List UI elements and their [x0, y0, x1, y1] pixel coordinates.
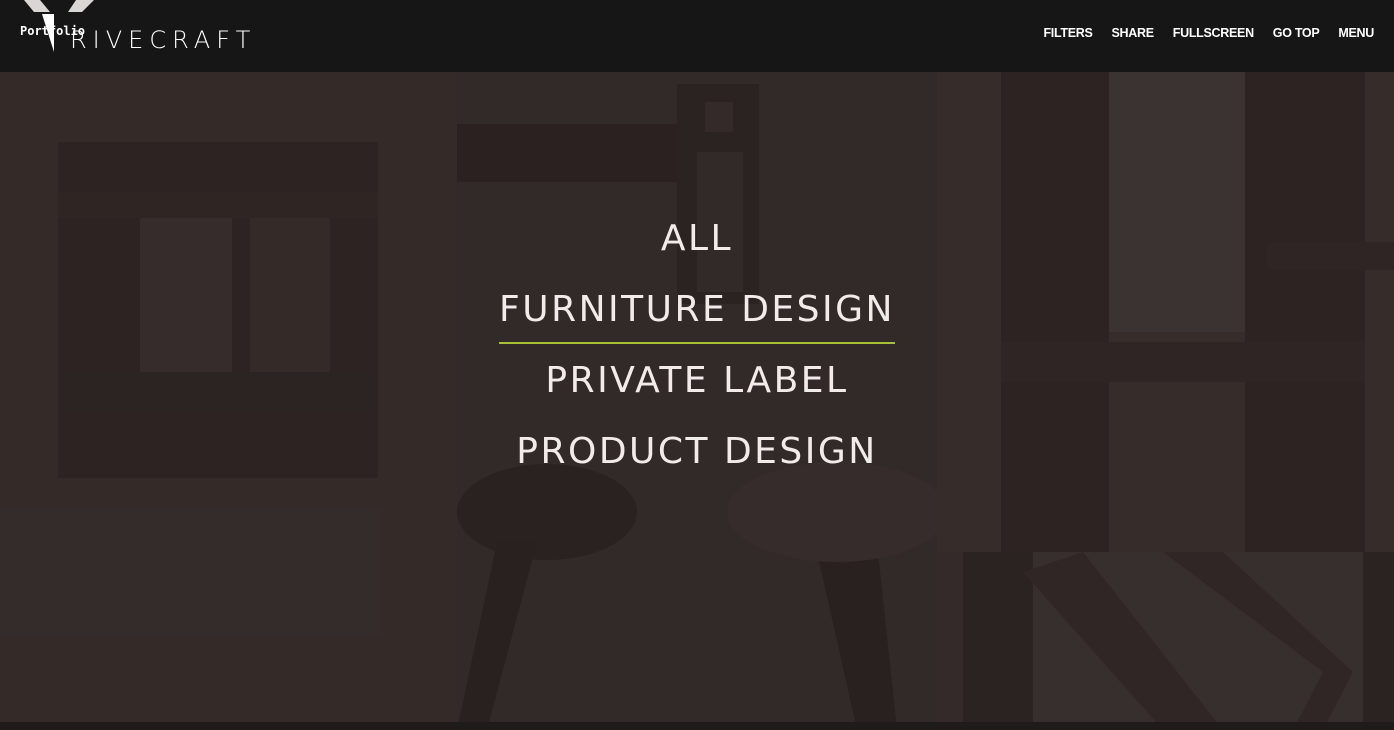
portfolio-tag: Portfolio	[20, 24, 86, 38]
filter-all[interactable]: ALL	[0, 218, 1394, 259]
nav-go-top[interactable]: GO TOP	[1273, 26, 1320, 40]
site-header: RIVECRAFT Portfolio FILTERS SHARE FULLSC…	[0, 0, 1394, 72]
dim-overlay	[0, 72, 1394, 730]
top-nav: FILTERS SHARE FULLSCREEN GO TOP MENU	[1043, 26, 1374, 40]
nav-filters[interactable]: FILTERS	[1043, 26, 1092, 40]
filter-private-label[interactable]: PRIVATE LABEL	[0, 360, 1394, 401]
logo-text: RIVECRAFT	[70, 26, 257, 54]
portfolio-page: RIVECRAFT Portfolio FILTERS SHARE FULLSC…	[0, 0, 1394, 730]
logo[interactable]: RIVECRAFT Portfolio	[18, 0, 278, 60]
filter-all-label: ALL	[660, 218, 734, 259]
filter-product-design-label: PRODUCT DESIGN	[516, 431, 878, 472]
filter-private-label-label: PRIVATE LABEL	[545, 360, 849, 401]
bottom-strip	[0, 722, 1394, 730]
nav-fullscreen[interactable]: FULLSCREEN	[1173, 26, 1254, 40]
filter-furniture-design-label: FURNITURE DESIGN	[499, 289, 895, 344]
nav-share[interactable]: SHARE	[1112, 26, 1155, 40]
nav-menu[interactable]: MENU	[1338, 26, 1374, 40]
filter-furniture-design[interactable]: FURNITURE DESIGN	[0, 289, 1394, 344]
filter-product-design[interactable]: PRODUCT DESIGN	[0, 431, 1394, 472]
